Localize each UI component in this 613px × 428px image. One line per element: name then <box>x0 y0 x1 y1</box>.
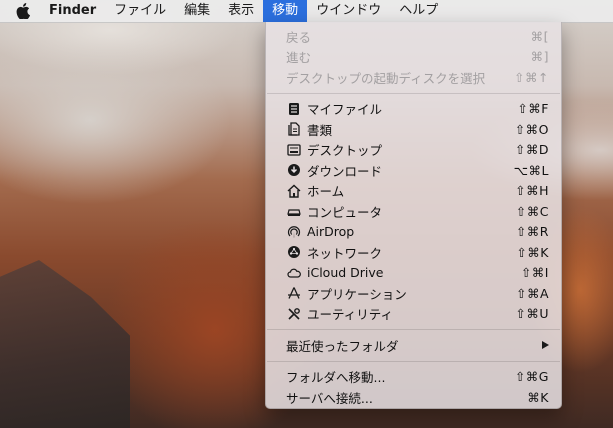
menu-item-label: ホーム <box>307 184 345 200</box>
menu-go[interactable]: 移動 <box>263 0 308 22</box>
menu-separator <box>267 92 560 94</box>
menu-item-shortcut: ⇧⌘O <box>514 121 549 137</box>
menu-item-label: 書類 <box>307 122 333 138</box>
network-icon <box>286 244 302 260</box>
menu-item-shortcut: ⇧⌘↑ <box>514 69 549 85</box>
menu-view[interactable]: 表示 <box>219 0 263 22</box>
menu-item-shortcut: ⌥⌘L <box>513 162 549 178</box>
menu-separator <box>267 360 560 362</box>
menu-item-recent-folders[interactable]: 最近使ったフォルダ <box>266 335 561 356</box>
menu-item-label: マイファイル <box>307 102 383 118</box>
menu-help[interactable]: ヘルプ <box>390 0 447 22</box>
menu-item-go-to-folder[interactable]: フォルダへ移動... ⇧⌘G <box>266 367 561 388</box>
menu-item-utilities[interactable]: ユーティリティ ⇧⌘U <box>266 304 561 325</box>
apple-logo-icon[interactable] <box>0 0 40 22</box>
menu-item-downloads[interactable]: ダウンロード ⌥⌘L <box>266 160 561 181</box>
menu-item-shortcut: ⇧⌘H <box>515 183 549 199</box>
menu-item-shortcut: ⇧⌘D <box>514 142 549 158</box>
menu-item-computer[interactable]: コンピュータ ⇧⌘C <box>266 201 561 222</box>
menu-item-shortcut: ⇧⌘F <box>517 101 549 117</box>
menu-item-label: アプリケーション <box>307 286 407 302</box>
all-my-files-icon <box>286 101 302 117</box>
menu-file[interactable]: ファイル <box>105 0 175 22</box>
menu-item-shortcut: ⇧⌘A <box>515 285 549 301</box>
menu-item-label: コンピュータ <box>307 204 383 220</box>
menu-item-label: ネットワーク <box>307 245 383 261</box>
menu-item-label: iCloud Drive <box>307 265 384 281</box>
menu-item-shortcut: ⌘K <box>527 389 549 405</box>
menu-window[interactable]: ウインドウ <box>307 0 390 22</box>
airdrop-icon <box>286 224 302 240</box>
menu-item-label: 進む <box>286 50 312 66</box>
menu-item-home[interactable]: ホーム ⇧⌘H <box>266 181 561 202</box>
menu-item-label: 戻る <box>286 29 312 45</box>
documents-icon <box>286 121 302 137</box>
menu-edit[interactable]: 編集 <box>175 0 219 22</box>
menu-item-enclosing-folder[interactable]: デスクトップの起動ディスクを選択 ⇧⌘↑ <box>266 67 561 88</box>
menu-bar: Finder ファイル 編集 表示 移動 ウインドウ ヘルプ <box>0 0 613 23</box>
go-menu-dropdown: 戻る ⌘[ 進む ⌘] デスクトップの起動ディスクを選択 ⇧⌘↑ マイファイル … <box>265 22 562 409</box>
menu-item-shortcut: ⌘] <box>530 49 549 65</box>
menu-item-label: サーバへ接続... <box>286 390 373 406</box>
menu-item-connect-to-server[interactable]: サーバへ接続... ⌘K <box>266 387 561 408</box>
menu-item-all-my-files[interactable]: マイファイル ⇧⌘F <box>266 99 561 120</box>
menu-item-shortcut: ⇧⌘K <box>516 244 549 260</box>
icloud-icon <box>286 265 302 281</box>
menu-finder[interactable]: Finder <box>40 0 105 22</box>
applications-icon <box>286 285 302 301</box>
menu-item-back[interactable]: 戻る ⌘[ <box>266 26 561 47</box>
menu-separator <box>267 329 560 330</box>
menu-item-network[interactable]: ネットワーク ⇧⌘K <box>266 242 561 263</box>
home-icon <box>286 183 302 199</box>
utilities-icon <box>286 306 302 322</box>
menu-item-shortcut: ⇧⌘C <box>515 203 549 219</box>
downloads-icon <box>286 162 302 178</box>
menu-item-desktop[interactable]: デスクトップ ⇧⌘D <box>266 140 561 161</box>
desktop-icon <box>286 142 302 158</box>
menu-item-label: フォルダへ移動... <box>286 370 386 386</box>
menu-item-shortcut: ⇧⌘I <box>520 265 549 281</box>
menu-item-forward[interactable]: 進む ⌘] <box>266 47 561 68</box>
menu-item-label: 最近使ったフォルダ <box>286 338 399 354</box>
menu-item-label: デスクトップ <box>307 143 383 159</box>
computer-icon <box>286 203 302 219</box>
menu-item-label: AirDrop <box>307 224 355 240</box>
menu-item-airdrop[interactable]: AirDrop ⇧⌘R <box>266 222 561 243</box>
submenu-arrow-icon <box>542 341 549 350</box>
menu-item-shortcut: ⇧⌘R <box>515 224 549 240</box>
menu-item-applications[interactable]: アプリケーション ⇧⌘A <box>266 283 561 304</box>
menu-item-icloud-drive[interactable]: iCloud Drive ⇧⌘I <box>266 263 561 284</box>
menu-item-shortcut: ⇧⌘G <box>514 369 549 385</box>
menu-item-shortcut: ⇧⌘U <box>515 306 549 322</box>
menu-item-label: ユーティリティ <box>307 307 394 323</box>
menu-item-documents[interactable]: 書類 ⇧⌘O <box>266 119 561 140</box>
menu-item-label: デスクトップの起動ディスクを選択 <box>286 70 486 86</box>
menu-item-shortcut: ⌘[ <box>530 28 549 44</box>
